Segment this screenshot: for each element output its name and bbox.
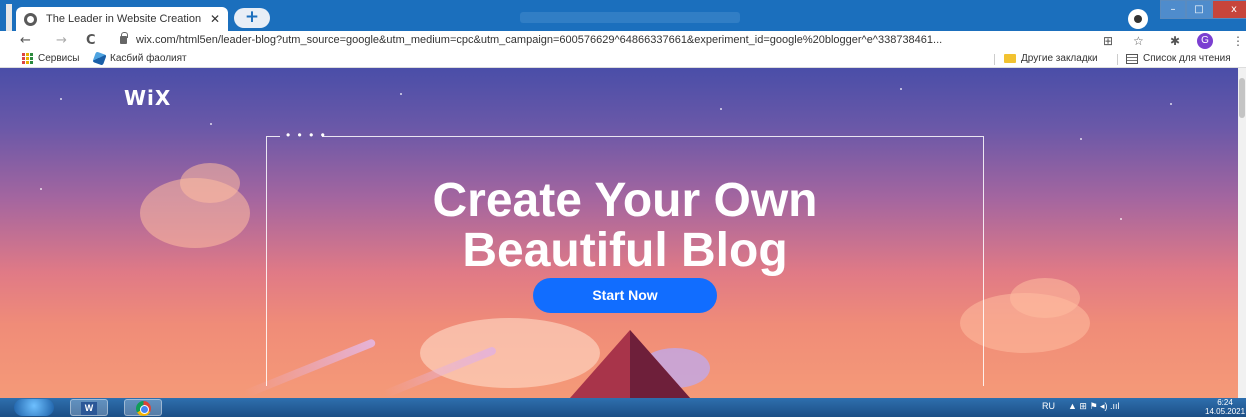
bookmark-item[interactable]: Касбий фаолият bbox=[92, 51, 187, 66]
word-icon: W bbox=[81, 402, 97, 415]
star-decoration bbox=[400, 93, 402, 95]
frame-dots: • • • • bbox=[286, 128, 327, 142]
star-decoration bbox=[1120, 218, 1122, 220]
browser-tab[interactable]: The Leader in Website Creation | ✕ bbox=[16, 7, 228, 31]
cloud-decoration bbox=[1010, 278, 1080, 318]
extensions-icon[interactable]: ✱ bbox=[1170, 34, 1180, 48]
reading-list-button[interactable]: Список для чтения bbox=[1126, 53, 1231, 64]
blurred-window-title bbox=[520, 12, 740, 23]
browser-menu-icon[interactable]: ⋮ bbox=[1232, 34, 1244, 48]
minimize-button[interactable]: – bbox=[1160, 0, 1186, 19]
bookmark-other-label: Другие закладки bbox=[1021, 53, 1098, 64]
maximize-button[interactable]: □ bbox=[1186, 0, 1212, 19]
star-decoration bbox=[1170, 103, 1172, 105]
browser-profile-icon[interactable] bbox=[1128, 9, 1148, 29]
taskbar: W RU ▲ ⊞ ⚑ ◂) .ııl 6:24 14.05.2021 bbox=[0, 398, 1246, 417]
chrome-icon bbox=[136, 401, 151, 416]
url-field[interactable]: wix.com/html5en/leader-blog?utm_source=g… bbox=[136, 34, 942, 46]
page-scrollbar[interactable] bbox=[1238, 68, 1246, 398]
bookmark-separator bbox=[994, 54, 995, 65]
bookmarks-bar: Сервисы Касбий фаолият Другие закладки С… bbox=[0, 51, 1246, 68]
close-window-button[interactable]: x bbox=[1212, 0, 1246, 19]
star-decoration bbox=[40, 188, 42, 190]
tab-close-icon[interactable]: ✕ bbox=[210, 12, 220, 26]
hero-headline: Create Your Own Beautiful Blog bbox=[266, 176, 984, 276]
start-button[interactable] bbox=[14, 399, 54, 416]
back-button[interactable]: ← bbox=[20, 33, 31, 48]
new-tab-button[interactable]: + bbox=[234, 8, 270, 28]
bookmark-pencil-icon bbox=[92, 51, 107, 66]
tab-title: The Leader in Website Creation | bbox=[46, 13, 204, 25]
pyramid-shade bbox=[630, 330, 690, 398]
scrollbar-thumb[interactable] bbox=[1239, 78, 1245, 118]
avatar[interactable]: G bbox=[1197, 33, 1213, 49]
taskbar-clock[interactable]: 6:24 14.05.2021 bbox=[1205, 398, 1245, 416]
site-favicon-icon bbox=[24, 12, 37, 26]
folder-icon bbox=[1004, 54, 1016, 63]
bookmark-apps-label: Сервисы bbox=[38, 53, 80, 64]
star-decoration bbox=[60, 98, 62, 100]
clock-date: 14.05.2021 bbox=[1205, 407, 1246, 416]
star-decoration bbox=[210, 123, 212, 125]
headline-line-2: Beautiful Blog bbox=[462, 224, 788, 277]
star-decoration bbox=[1080, 138, 1082, 140]
lock-icon[interactable] bbox=[120, 32, 128, 44]
reading-list-icon bbox=[1126, 53, 1138, 64]
browser-tab-bar: The Leader in Website Creation | ✕ + – □… bbox=[0, 0, 1246, 31]
translate-icon[interactable]: ⊞ bbox=[1103, 34, 1113, 48]
taskbar-word-button[interactable]: W bbox=[70, 399, 108, 416]
clock-time: 6:24 bbox=[1217, 398, 1233, 407]
bookmark-apps[interactable]: Сервисы bbox=[22, 53, 79, 64]
bookmark-other-folder[interactable]: Другие закладки bbox=[1004, 53, 1098, 64]
reading-list-label: Список для чтения bbox=[1143, 53, 1231, 64]
forward-button[interactable]: → bbox=[56, 33, 67, 48]
headline-line-1: Create Your Own bbox=[432, 174, 818, 227]
bookmark-item-label: Касбий фаолият bbox=[110, 53, 187, 64]
bookmark-separator bbox=[1117, 54, 1118, 65]
bookmark-star-icon[interactable]: ☆ bbox=[1133, 34, 1144, 48]
star-decoration bbox=[900, 88, 902, 90]
language-indicator[interactable]: RU bbox=[1042, 401, 1055, 411]
window-controls: – □ x bbox=[1160, 0, 1246, 19]
apps-grid-icon bbox=[22, 53, 33, 64]
taskbar-chrome-button[interactable] bbox=[124, 399, 162, 416]
tray-icons[interactable]: ▲ ⊞ ⚑ ◂) .ııl bbox=[1068, 401, 1120, 412]
start-now-button[interactable]: Start Now bbox=[533, 278, 717, 313]
wix-logo[interactable]: WiX bbox=[124, 86, 171, 110]
cloud-decoration bbox=[180, 163, 240, 203]
hero-section: WiX • • • • Create Your Own Beautiful Bl… bbox=[0, 68, 1246, 398]
reload-button[interactable]: C bbox=[86, 33, 96, 48]
tab-strip-edge bbox=[6, 4, 12, 31]
address-bar: ← → C wix.com/html5en/leader-blog?utm_so… bbox=[0, 31, 1246, 51]
star-decoration bbox=[720, 108, 722, 110]
